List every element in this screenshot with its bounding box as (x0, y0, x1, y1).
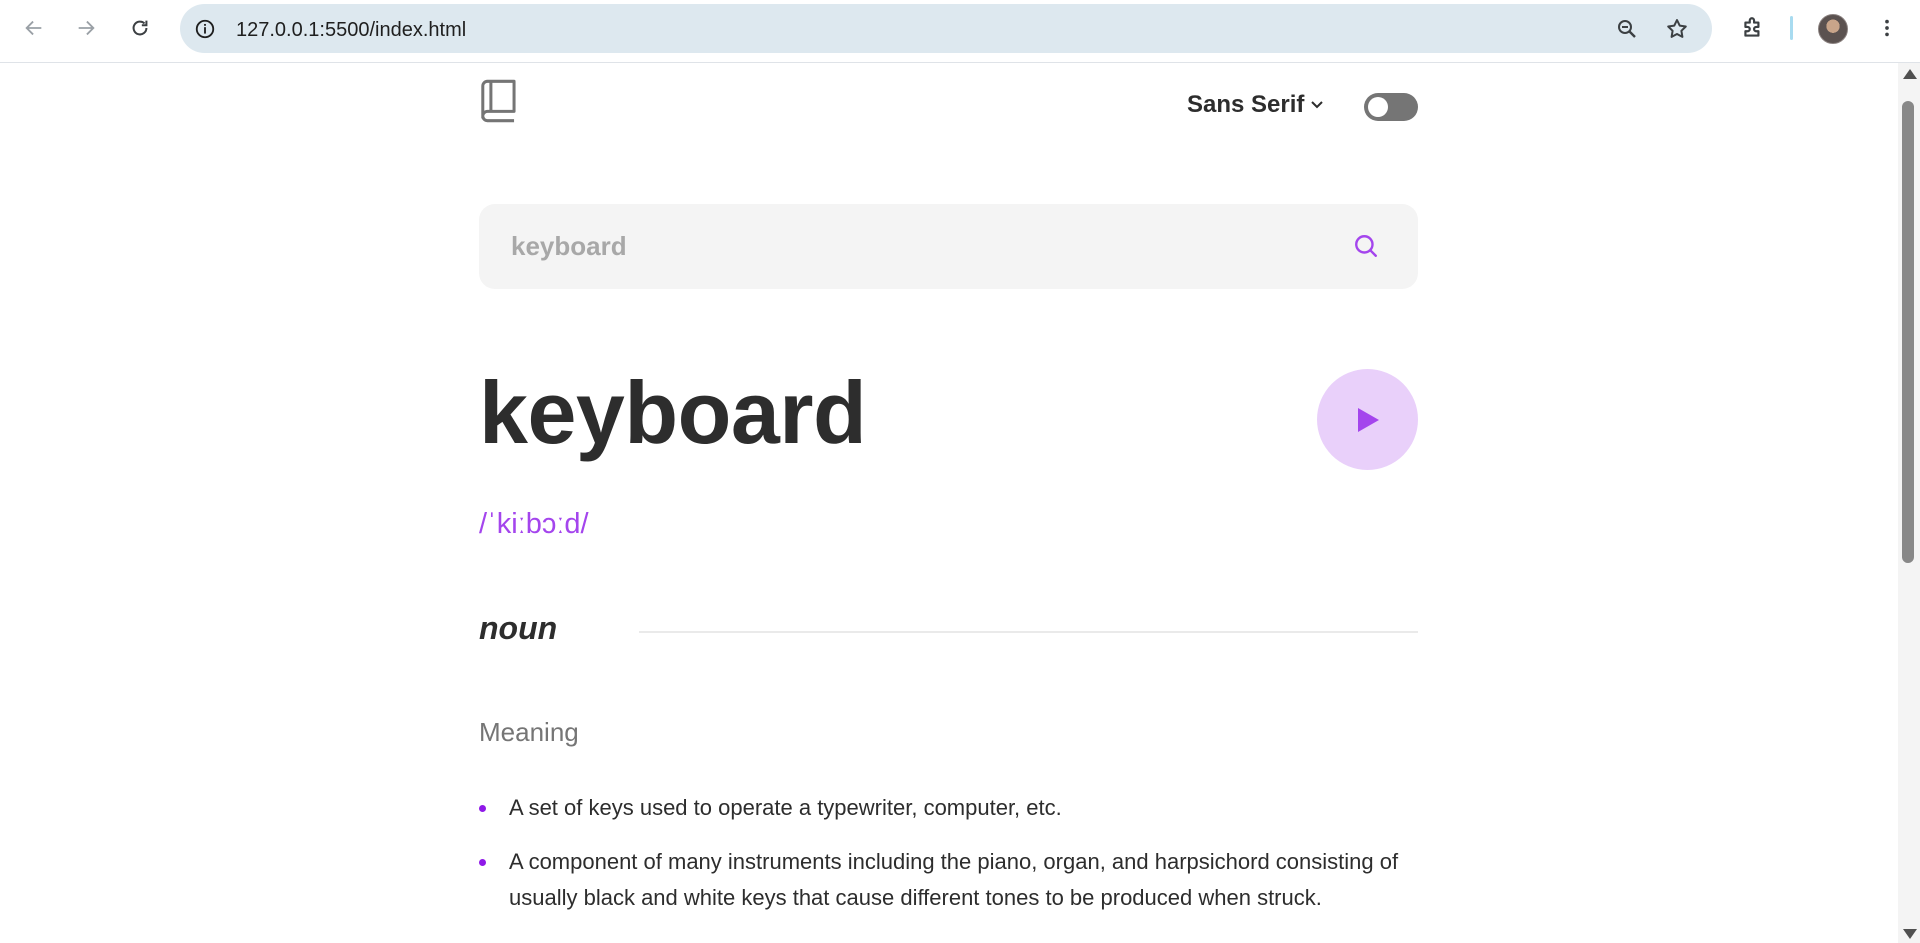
forward-arrow-icon (78, 20, 95, 36)
address-url: 127.0.0.1:5500/index.html (236, 19, 467, 41)
definition-text: A set of keys used to operate a typewrit… (509, 795, 1062, 820)
bullet-icon (479, 859, 486, 866)
definition-text: A component of many instruments includin… (509, 849, 1399, 910)
extensions-icon[interactable] (1737, 12, 1769, 44)
definition-item: A set of keys used to operate a typewrit… (479, 790, 1418, 826)
page-scrollbar[interactable] (1898, 63, 1920, 943)
search-input[interactable] (511, 204, 1331, 289)
play-audio-button[interactable] (1317, 369, 1418, 470)
book-logo-icon (479, 79, 523, 123)
divider (639, 631, 1418, 633)
zoom-icon[interactable] (1614, 16, 1640, 42)
play-icon (1358, 408, 1379, 432)
forward-button[interactable] (68, 10, 104, 46)
browser-toolbar: 127.0.0.1:5500/index.html (0, 0, 1920, 63)
font-family-label: Sans Serif (1187, 91, 1305, 118)
bullet-icon (479, 805, 486, 812)
definition-list: A set of keys used to operate a typewrit… (479, 790, 1418, 934)
menu-kebab-icon[interactable] (1871, 12, 1903, 44)
scroll-up-arrow-icon[interactable] (1903, 69, 1917, 79)
address-bar[interactable]: 127.0.0.1:5500/index.html (180, 4, 1712, 53)
reload-icon (132, 20, 148, 36)
meaning-label: Meaning (479, 717, 579, 747)
toggle-knob (1368, 97, 1388, 117)
phonetic-text: /ˈkiːbɔːd/ (479, 508, 589, 540)
back-arrow-icon (25, 20, 42, 36)
word-heading: keyboard (479, 363, 867, 462)
chevron-down-icon (1311, 101, 1324, 109)
theme-toggle[interactable] (1364, 93, 1418, 121)
bookmark-star-icon[interactable] (1664, 16, 1690, 42)
part-of-speech: noun (479, 610, 558, 646)
definition-item: A component of many instruments includin… (479, 844, 1418, 916)
scroll-thumb[interactable] (1902, 101, 1914, 563)
profile-avatar[interactable] (1818, 14, 1848, 44)
font-family-dropdown[interactable]: Sans Serif (1187, 91, 1324, 119)
back-button[interactable] (16, 10, 52, 46)
search-bar (479, 204, 1418, 289)
scroll-down-arrow-icon[interactable] (1903, 929, 1917, 939)
toolbar-separator (1790, 16, 1793, 40)
search-icon[interactable] (1353, 233, 1379, 259)
reload-button[interactable] (122, 10, 158, 46)
site-info-icon[interactable] (193, 17, 217, 41)
